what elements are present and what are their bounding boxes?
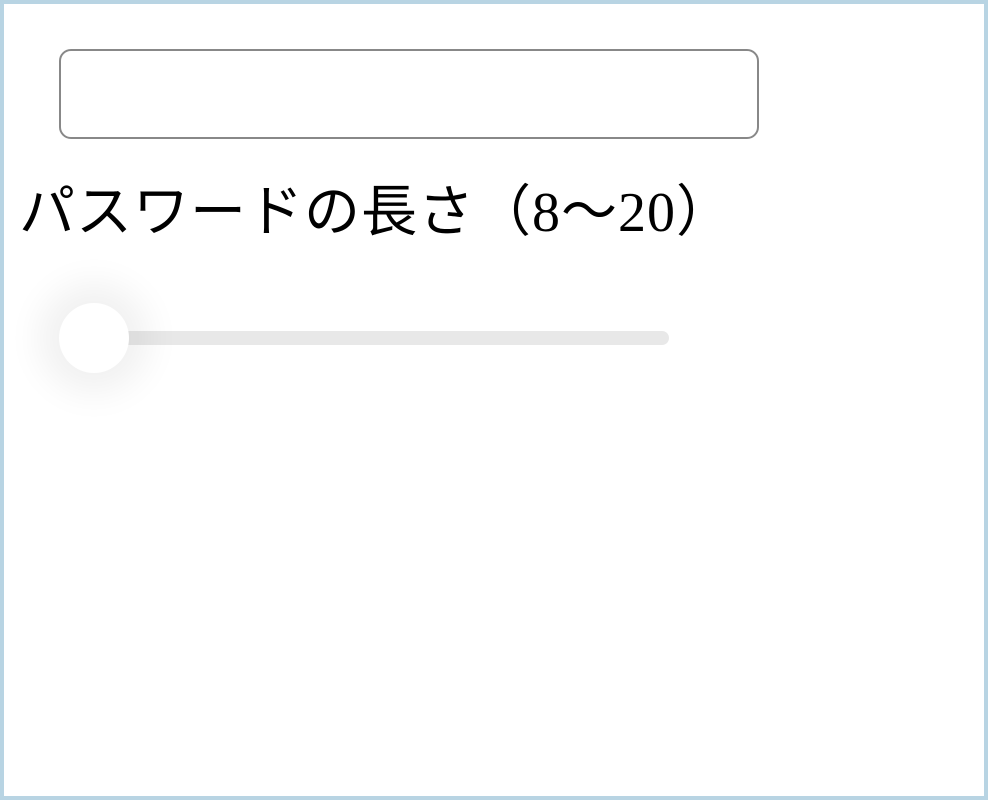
password-length-label: パスワードの長さ（8～20）	[19, 167, 964, 248]
app-container: パスワードの長さ（8～20）	[4, 4, 984, 796]
slider-track	[79, 331, 669, 345]
slider-thumb[interactable]	[59, 303, 129, 373]
slider-wrapper	[79, 303, 669, 373]
password-output-field[interactable]	[59, 49, 759, 139]
password-length-slider[interactable]	[79, 303, 669, 373]
